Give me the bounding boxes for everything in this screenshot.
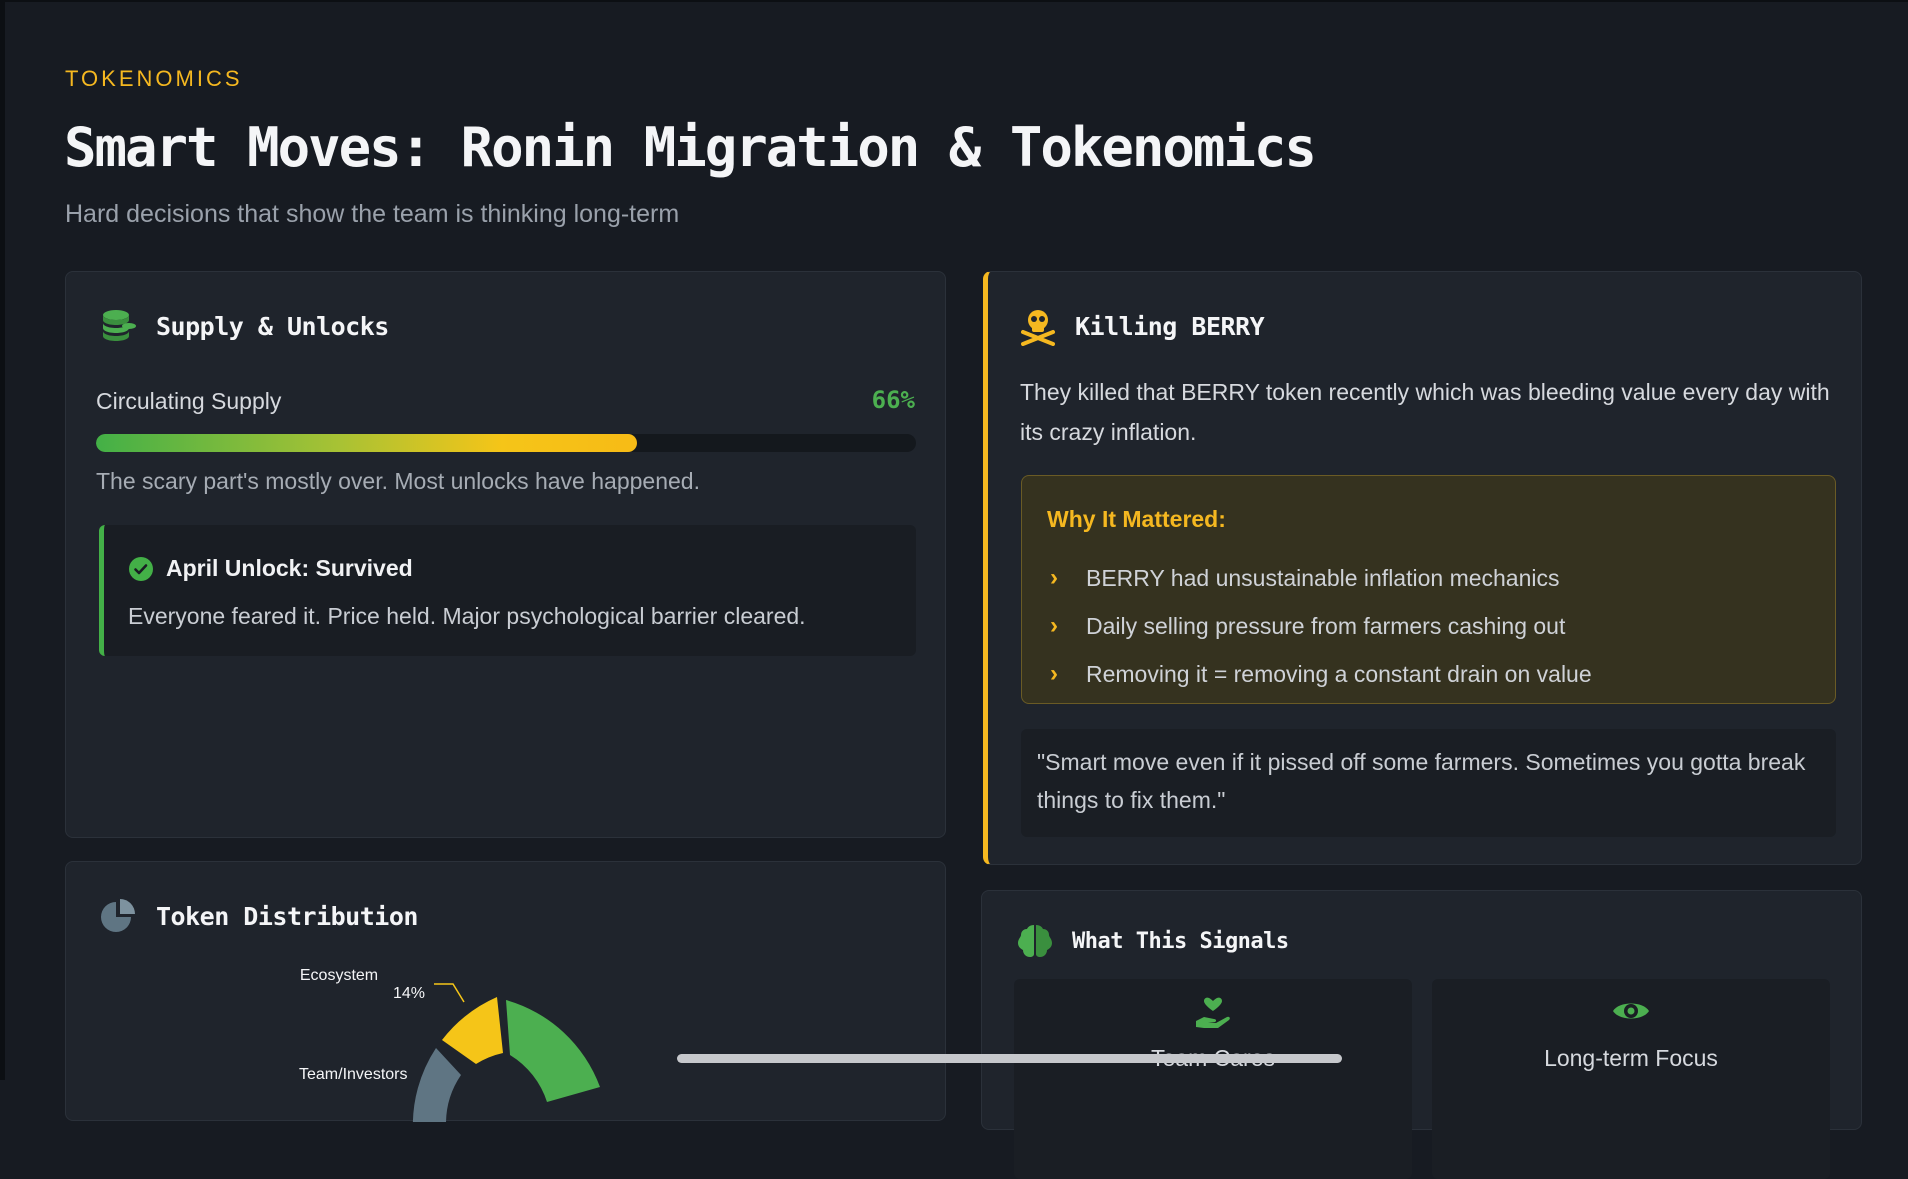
berry-card-title: Killing BERRY bbox=[1075, 311, 1265, 341]
supply-card-title: Supply & Unlocks bbox=[156, 311, 389, 341]
page-subtitle: Hard decisions that show the team is thi… bbox=[65, 200, 680, 228]
why-it-mattered-list: › BERRY had unsustainable inflation mech… bbox=[1050, 554, 1592, 698]
chevron-right-icon: › bbox=[1050, 660, 1058, 687]
window-left-edge bbox=[0, 0, 5, 1080]
hand-heart-icon bbox=[1194, 997, 1232, 1031]
supply-card-header: Supply & Unlocks bbox=[98, 306, 389, 346]
list-item-text: BERRY had unsustainable inflation mechan… bbox=[1086, 564, 1560, 591]
check-circle-icon bbox=[128, 556, 154, 582]
chevron-right-icon: › bbox=[1050, 612, 1058, 639]
list-item: › Daily selling pressure from farmers ca… bbox=[1050, 602, 1592, 650]
brain-icon bbox=[1016, 921, 1054, 961]
pie-slice-team-investors bbox=[412, 1048, 461, 1122]
ecosystem-label: Ecosystem bbox=[300, 967, 378, 984]
why-it-mattered-title: Why It Mattered: bbox=[1047, 506, 1226, 532]
supply-unlocks-card: Supply & Unlocks Circulating Supply 66% … bbox=[65, 271, 946, 838]
eye-icon bbox=[1611, 997, 1651, 1025]
april-unlock-header: April Unlock: Survived bbox=[128, 555, 413, 582]
signals-card-title: What This Signals bbox=[1072, 928, 1289, 954]
killing-berry-card: Killing BERRY They killed that BERRY tok… bbox=[983, 271, 1862, 865]
list-item: › Removing it = removing a constant drai… bbox=[1050, 650, 1592, 698]
berry-quote-box: "Smart move even if it pissed off some f… bbox=[1021, 729, 1836, 837]
signal-tile-team-cares: Team Cares bbox=[1014, 979, 1412, 1179]
april-unlock-text: Everyone feared it. Price held. Major ps… bbox=[128, 603, 806, 629]
signal-tile-long-term-focus: Long-term Focus bbox=[1432, 979, 1830, 1179]
circulating-supply-percent: 66% bbox=[871, 386, 915, 414]
team-investors-label: Team/Investors bbox=[299, 1066, 407, 1083]
list-item: › BERRY had unsustainable inflation mech… bbox=[1050, 554, 1592, 602]
ecosystem-leader-line bbox=[434, 983, 465, 1003]
berry-description: They killed that BERRY token recently wh… bbox=[1020, 379, 1830, 445]
berry-quote: "Smart move even if it pissed off some f… bbox=[1037, 749, 1806, 813]
why-it-mattered-box: Why It Mattered: › BERRY had unsustainab… bbox=[1021, 475, 1836, 704]
ecosystem-percent-label: 14% bbox=[393, 985, 425, 1002]
pie-slice-unlabeled bbox=[506, 1000, 600, 1102]
token-distribution-card: Token Distribution Ecosystem 14% Team/In… bbox=[65, 861, 946, 1122]
token-distribution-chart: Ecosystem 14% Team/Investors bbox=[299, 967, 600, 1122]
april-unlock-callout: April Unlock: Survived Everyone feared i… bbox=[99, 525, 916, 656]
section-eyebrow: TOKENOMICS bbox=[65, 66, 243, 91]
horizontal-scrollbar[interactable] bbox=[677, 1054, 1342, 1063]
supply-note: The scary part's mostly over. Most unloc… bbox=[96, 468, 700, 494]
window-top-edge bbox=[0, 0, 1908, 2]
signals-card-header: What This Signals bbox=[1016, 921, 1289, 961]
april-unlock-title: April Unlock: Survived bbox=[166, 555, 413, 581]
circulating-supply-progress-bar bbox=[96, 434, 916, 452]
circulating-supply-progress-fill bbox=[96, 434, 638, 452]
page-title: Smart Moves: Ronin Migration & Tokenomic… bbox=[64, 116, 1317, 179]
skull-crossbones-icon bbox=[1019, 306, 1057, 346]
signal-label-long-term-focus: Long-term Focus bbox=[1544, 1045, 1718, 1071]
coins-icon bbox=[98, 306, 138, 346]
list-item-text: Daily selling pressure from farmers cash… bbox=[1086, 612, 1566, 639]
list-item-text: Removing it = removing a constant drain … bbox=[1086, 660, 1592, 687]
chevron-right-icon: › bbox=[1050, 564, 1058, 591]
what-this-signals-card: What This Signals Team Cares Long-term F… bbox=[981, 890, 1862, 1179]
pie-slice-ecosystem bbox=[442, 997, 503, 1064]
berry-card-header: Killing BERRY bbox=[1019, 306, 1265, 346]
circulating-supply-label: Circulating Supply bbox=[96, 388, 282, 414]
